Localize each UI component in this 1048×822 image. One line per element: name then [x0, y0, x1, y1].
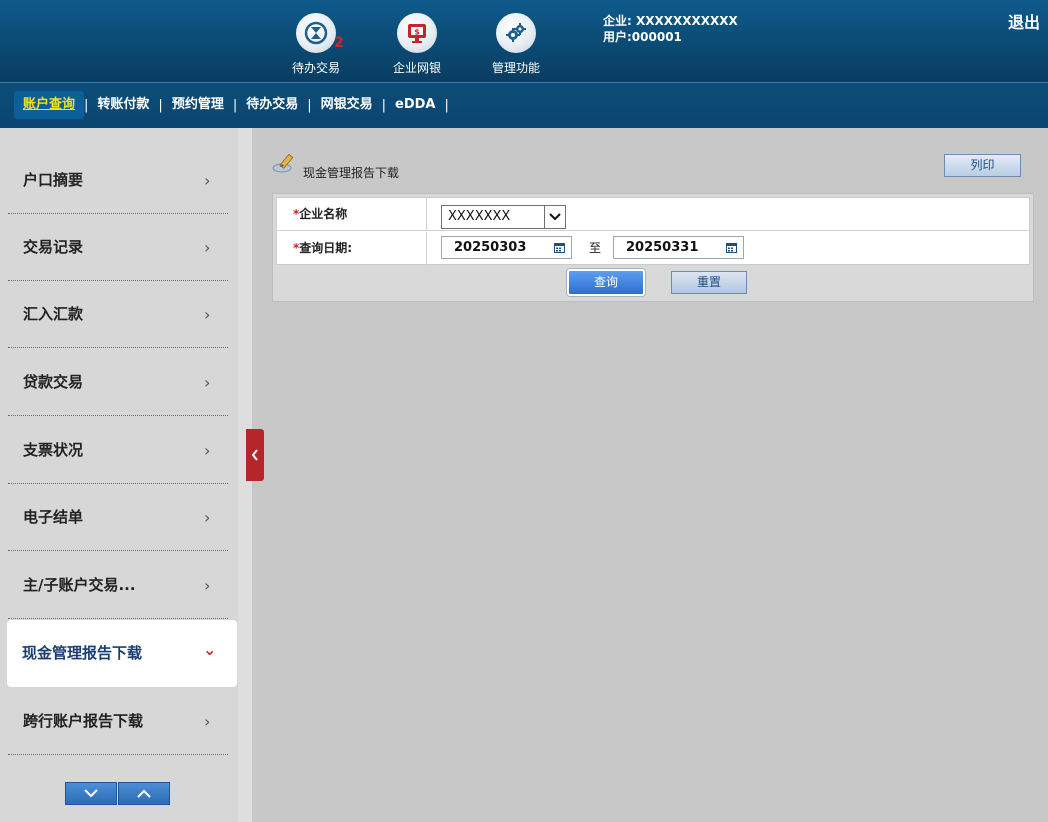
calendar-icon[interactable]	[726, 242, 737, 253]
top-header: 2 待办交易 $ 企业网银 管理功能 企业: XXXXXXXXXXX 用户:00…	[0, 0, 1048, 82]
date-range-separator: 至	[589, 241, 602, 255]
sidebar-item-label: 交易记录	[23, 238, 84, 256]
query-form: *企业名称 XXXXXXX *查询日期: 20250303 至 20250331	[276, 197, 1030, 265]
gears-icon	[496, 13, 536, 53]
sidebar-item-label: 主/子账户交易...	[23, 576, 136, 594]
chevron-right-icon: ›	[204, 171, 211, 190]
sidebar-item-transaction-records[interactable]: 交易记录 ›	[8, 214, 228, 281]
monitor-dollar-icon: $	[397, 13, 437, 53]
sidebar-item-label: 户口摘要	[23, 171, 84, 189]
sidebar-item-loan-transactions[interactable]: 贷款交易 ›	[8, 349, 228, 416]
page-title: 现金管理报告下载	[303, 166, 400, 180]
sidebar-item-e-statement[interactable]: 电子结单 ›	[8, 484, 228, 551]
pending-count-badge: 2	[334, 35, 344, 51]
management-functions-label: 管理功能	[491, 61, 540, 75]
print-button[interactable]: 列印	[944, 154, 1021, 177]
chevron-down-icon	[84, 789, 98, 798]
sidebar-item-label: 电子结单	[23, 508, 84, 526]
chevron-right-icon: ›	[204, 238, 211, 257]
chevron-down-icon	[544, 206, 565, 228]
company-label-text: 企业名称	[299, 207, 348, 221]
sidebar-item-label: 贷款交易	[23, 373, 84, 391]
sidebar-item-label: 汇入汇款	[23, 305, 84, 323]
nav-items: 账户查询 | 转账付款 | 预约管理 | 待办交易 | 网银交易 | eDDA …	[14, 91, 449, 119]
date-from-value: 20250303	[454, 240, 527, 255]
nav-separator: |	[444, 97, 449, 113]
chevron-right-icon: ›	[204, 305, 211, 324]
sidebar-item-label: 跨行账户报告下载	[23, 712, 144, 730]
scroll-up-button[interactable]	[118, 782, 170, 805]
nav-scheduled-management[interactable]: 预约管理	[163, 91, 233, 119]
date-label-text: 查询日期:	[299, 241, 353, 255]
date-label: *查询日期:	[277, 232, 427, 265]
sidebar-item-inward-remittance[interactable]: 汇入汇款 ›	[8, 281, 228, 348]
company-line: 企业: XXXXXXXXXXX	[603, 14, 738, 28]
sidebar-item-label: 支票状况	[23, 441, 84, 459]
company-label: *企业名称	[277, 198, 427, 231]
management-functions-button[interactable]: 管理功能	[476, 13, 556, 76]
date-row: *查询日期: 20250303 至 20250331	[277, 232, 1029, 265]
corporate-banking-label: 企业网银	[392, 61, 441, 75]
chevron-left-icon	[251, 449, 258, 461]
sidebar-item-cheque-status[interactable]: 支票状况 ›	[8, 417, 228, 484]
query-button[interactable]: 查询	[567, 269, 645, 296]
company-row: *企业名称 XXXXXXX	[277, 198, 1029, 231]
chevron-down-icon: ⌄	[203, 640, 217, 659]
nav-bar: 账户查询 | 转账付款 | 预约管理 | 待办交易 | 网银交易 | eDDA …	[0, 82, 1048, 128]
date-to-input[interactable]: 20250331	[613, 236, 744, 259]
user-info: 企业: XXXXXXXXXXX 用户:000001	[603, 13, 738, 45]
sidebar-item-interbank-report[interactable]: 跨行账户报告下载 ›	[8, 688, 228, 755]
chevron-right-icon: ›	[204, 373, 211, 392]
chevron-up-icon	[137, 789, 151, 798]
chevron-right-icon: ›	[204, 712, 211, 731]
sidebar-item-label: 现金管理报告下载	[22, 644, 143, 662]
edit-icon	[272, 152, 298, 178]
reset-button[interactable]: 重置	[671, 271, 747, 294]
chevron-right-icon: ›	[204, 508, 211, 527]
logout-button[interactable]: 退出	[1008, 9, 1040, 33]
date-from-input[interactable]: 20250303	[441, 236, 572, 259]
scroll-down-button[interactable]	[65, 782, 117, 805]
user-line: 用户:000001	[603, 30, 682, 44]
nav-edda[interactable]: eDDA	[386, 91, 444, 119]
company-select-value: XXXXXXX	[448, 209, 511, 224]
nav-account-query[interactable]: 账户查询	[14, 91, 85, 119]
sidebar-item-cash-management-report[interactable]: 现金管理报告下载 ⌄	[7, 620, 237, 687]
collapse-sidebar-button[interactable]	[246, 429, 264, 481]
sidebar-item-master-sub-account[interactable]: 主/子账户交易... ›	[8, 552, 228, 619]
chevron-right-icon: ›	[204, 576, 211, 595]
nav-pending-transactions[interactable]: 待办交易	[237, 91, 307, 119]
sidebar-scroll-buttons	[65, 782, 171, 805]
query-form-panel: *企业名称 XXXXXXX *查询日期: 20250303 至 20250331	[272, 193, 1034, 302]
clock-icon	[296, 13, 336, 53]
nav-online-transactions[interactable]: 网银交易	[312, 91, 382, 119]
sidebar-item-account-summary[interactable]: 户口摘要 ›	[8, 147, 228, 214]
nav-transfer-payment[interactable]: 转账付款	[88, 91, 158, 119]
chevron-right-icon: ›	[204, 441, 211, 460]
pending-transactions-button[interactable]: 2 待办交易	[276, 13, 356, 76]
calendar-icon[interactable]	[554, 242, 565, 253]
pending-transactions-label: 待办交易	[291, 61, 340, 75]
sidebar: 户口摘要 › 交易记录 › 汇入汇款 › 贷款交易 › 支票状况 › 电子结单 …	[0, 128, 238, 822]
corporate-banking-button[interactable]: $ 企业网银	[377, 13, 457, 76]
date-to-value: 20250331	[626, 240, 699, 255]
company-select[interactable]: XXXXXXX	[441, 205, 566, 229]
svg-text:$: $	[414, 28, 420, 37]
